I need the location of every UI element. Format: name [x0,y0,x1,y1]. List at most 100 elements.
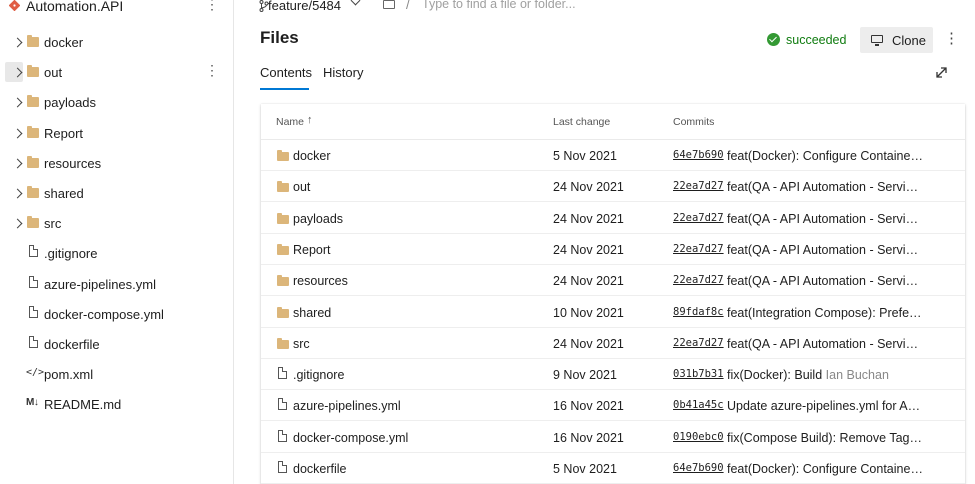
last-change-date: 5 Nov 2021 [553,462,617,476]
expand-toggle[interactable] [5,183,23,203]
commit-hash-link[interactable]: 64e7b690 [673,149,724,161]
sidebar-item-report[interactable]: Report [0,121,234,147]
commit-hash-link[interactable]: 0b41a45c [673,399,724,411]
chevron-down-icon[interactable] [350,0,361,6]
sidebar-item-readme-md[interactable]: M↓ README.md [0,392,234,418]
last-change-date: 24 Nov 2021 [553,211,624,226]
column-header-last-change[interactable]: Last change [553,116,610,128]
table-row[interactable]: azure-pipelines.yml 16 Nov 2021 0b41a45c Up… [261,390,965,422]
repo-more-icon[interactable]: ⋮ [205,0,219,13]
success-check-icon [767,33,780,46]
commit-hash-link[interactable]: 22ea7d27 [673,212,724,224]
table-row[interactable]: out 24 Nov 2021 22ea7d27 feat(QA - API Auto… [261,171,965,203]
column-header-commits[interactable]: Commits [673,116,714,128]
commit-message[interactable]: fix(Compose Build): Remove Tag Pa... [727,431,923,445]
file-name-link[interactable]: payloads [293,212,343,226]
file-name-link[interactable]: docker [293,149,331,163]
expand-toggle[interactable] [5,92,23,112]
commit-message[interactable]: feat(QA - API Automation - Services.... [727,212,923,226]
sidebar-item-docker[interactable]: docker [0,30,234,56]
file-icon [278,461,287,473]
table-row[interactable]: docker-compose.yml 16 Nov 2021 0190ebc0 fix… [261,422,965,453]
monitor-icon [871,35,883,46]
commit-message-text: feat(QA - API Automation - Services.... [727,274,923,289]
commit-hash-link[interactable]: 031b7b31 [673,368,724,380]
expand-toggle[interactable] [5,62,23,83]
commit-hash-link[interactable]: 22ea7d27 [673,243,724,255]
commit-hash-link[interactable]: 22ea7d27 [673,180,724,192]
table-row[interactable]: dockerfile 5 Nov 2021 64e7b690 feat(Docker)… [261,453,965,484]
commit-message[interactable]: feat(QA - API Automation - Services.... [727,180,923,194]
expand-icon[interactable] [935,66,948,79]
sidebar-item-pom-xml[interactable]: </> pom.xml [0,362,234,388]
sidebar-item-docker-compose-yml[interactable]: docker-compose.yml [0,302,234,328]
sidebar-item-src[interactable]: src [0,211,234,237]
folder-icon [27,95,39,108]
table-row[interactable]: shared 10 Nov 2021 89fdaf8c feat(Integratio… [261,297,965,328]
sort-ascending-icon[interactable]: ↑ [307,114,313,126]
branch-selector[interactable]: feature/5484 [268,0,341,13]
sidebar-item-azure-pipelines-yml[interactable]: azure-pipelines.yml [0,272,234,298]
file-name-link[interactable]: azure-pipelines.yml [293,399,401,413]
file-name-link[interactable]: src [293,337,310,351]
commit-message[interactable]: feat(Integration Compose): Prefer A... [727,306,923,320]
commit-message[interactable]: feat(Docker): Configure Container Ia... [727,149,923,163]
last-change-date: 16 Nov 2021 [553,399,624,414]
commit-message-text: Update azure-pipelines.yml for Azu... [727,399,923,414]
sidebar-item-gitignore[interactable]: .gitignore [0,241,234,267]
file-name-link[interactable]: .gitignore [293,368,344,382]
last-change-date: 24 Nov 2021 [553,336,624,351]
table-row[interactable]: payloads 24 Nov 2021 22ea7d27 feat(QA - API… [261,203,965,234]
file-tree-sidebar: Automation.API ⋮ docker out ⋮ payloads Repor… [0,0,234,484]
table-row[interactable]: .gitignore 9 Nov 2021 031b7b31 fix(Docker):… [261,359,965,391]
expand-toggle[interactable] [5,213,23,233]
clone-button[interactable]: Clone [860,27,933,53]
sidebar-item-shared[interactable]: shared [0,181,234,207]
chevron-right-icon [12,158,23,169]
column-header-name[interactable]: Name [276,116,304,128]
folder-icon [277,306,289,318]
file-name-link[interactable]: dockerfile [293,462,347,476]
tab-history[interactable]: History [323,65,363,80]
commit-message[interactable]: feat(QA - API Automation - Services.... [727,243,923,257]
tab-contents[interactable]: Contents [260,65,312,80]
path-separator: / [406,0,410,12]
commit-hash-link[interactable]: 0190ebc0 [673,431,724,443]
markdown-file-icon: M↓ [26,397,39,409]
repo-name[interactable]: Automation.API [26,0,123,14]
commit-message[interactable]: fix(Docker): Build Ian Buchan [727,368,923,382]
commit-hash-link[interactable]: 64e7b690 [673,462,724,474]
file-icon [29,245,38,258]
sidebar-item-out[interactable]: out ⋮ [0,60,234,86]
commit-message[interactable]: feat(QA - API Automation - Services.... [727,274,923,288]
commit-hash-link[interactable]: 89fdaf8c [673,306,724,318]
file-name-link[interactable]: resources [293,274,348,288]
expand-toggle[interactable] [5,32,23,52]
file-icon [278,429,287,442]
expand-toggle[interactable] [5,153,23,173]
commit-author: Ian Buchan [825,368,889,383]
file-name-link[interactable]: out [293,180,310,194]
row-more-icon[interactable]: ⋮ [205,63,219,79]
table-row[interactable]: resources 24 Nov 2021 22ea7d27 feat(QA - AP… [261,265,965,297]
table-row[interactable]: src 24 Nov 2021 22ea7d27 feat(QA - API Auto… [261,328,965,359]
table-row[interactable]: docker 5 Nov 2021 64e7b690 feat(Docker): Co… [261,140,965,171]
commit-message[interactable]: Update azure-pipelines.yml for Azu... [727,399,923,413]
commit-hash-link[interactable]: 22ea7d27 [673,337,724,349]
commit-message[interactable]: feat(Docker): Configure Container Ia... [727,462,923,476]
sidebar-item-payloads[interactable]: payloads [0,90,234,116]
commit-message[interactable]: feat(QA - API Automation - Services.... [727,337,923,351]
commit-hash-link[interactable]: 22ea7d27 [673,274,724,286]
file-name-link[interactable]: docker-compose.yml [293,431,408,445]
folder-icon [27,125,39,138]
file-name-link[interactable]: shared [293,306,331,320]
sidebar-item-dockerfile[interactable]: dockerfile [0,332,234,358]
sidebar-item-label: pom.xml [44,367,94,383]
file-name-link[interactable]: Report [293,243,331,257]
path-search-input[interactable] [422,0,622,12]
expand-toggle[interactable] [5,123,23,143]
more-actions-icon[interactable]: ⋮ [944,31,959,49]
folder-icon [277,337,289,349]
sidebar-item-resources[interactable]: resources [0,151,234,177]
table-row[interactable]: Report 24 Nov 2021 22ea7d27 feat(QA - API A… [261,234,965,265]
